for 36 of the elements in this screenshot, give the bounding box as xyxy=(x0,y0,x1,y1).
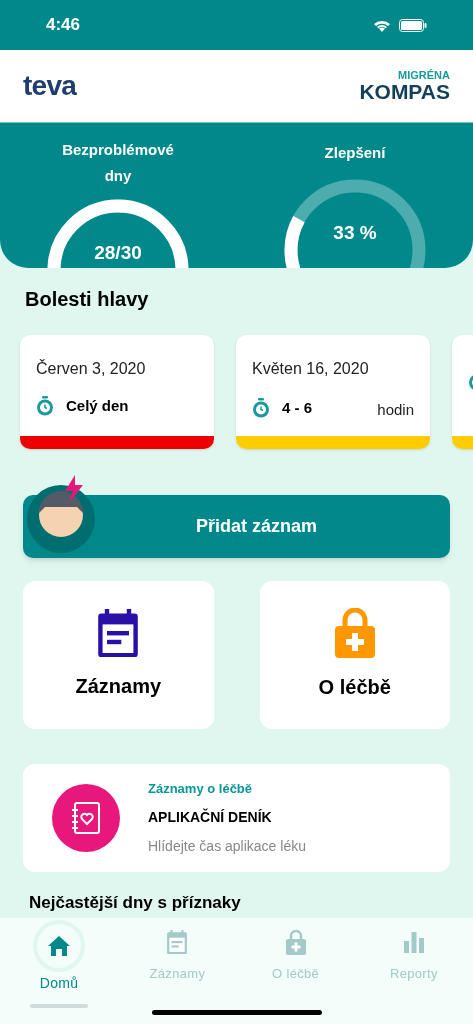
tile-label: O léčbě xyxy=(318,675,391,700)
status-time: 4:46 xyxy=(46,14,81,37)
duration-unit: hodin xyxy=(377,400,414,420)
stopwatch-icon xyxy=(252,398,270,419)
headache-card[interactable]: Červen 3, 2020 Celý den xyxy=(20,335,214,449)
headache-icon xyxy=(25,473,95,555)
headache-card[interactable]: Květen 16, 2020 4 - 6 hodin xyxy=(236,335,430,449)
section-title: Bolesti hlavy xyxy=(25,287,150,312)
home-icon xyxy=(47,935,72,957)
battery-icon xyxy=(399,18,427,32)
stopwatch-icon xyxy=(36,396,54,417)
headache-date: Červen 3, 2020 xyxy=(36,358,147,379)
nav-tab[interactable]: Domů xyxy=(0,920,119,1008)
tile-label: Záznamy xyxy=(75,674,162,700)
menu-tile[interactable]: Záznamy xyxy=(23,581,214,729)
diary-subtitle: Hlídejte čas aplikace léku xyxy=(148,836,306,856)
kompas-logo: MIGRÉNA KOMPAS xyxy=(359,70,450,102)
calendar-icon xyxy=(166,929,189,955)
diary-card[interactable]: Záznamy o léčbě APLIKAČNÍ DENÍK Hlídejte čas aplikace léku xyxy=(23,764,450,872)
headache-date: Květen 16, 2020 xyxy=(252,359,370,379)
diary-category: Záznamy o léčbě xyxy=(148,780,254,799)
gauge-label: Bezproblémové dny xyxy=(61,140,175,186)
menu-tile[interactable]: O léčbě xyxy=(259,581,450,729)
calendar-icon xyxy=(96,608,141,658)
teva-logo: teva xyxy=(23,69,77,103)
lock-plus-icon xyxy=(285,929,306,955)
gauge-value: 33 % xyxy=(333,221,377,246)
section-title: Nejčastější dny s příznaky xyxy=(29,893,241,912)
wifi-icon xyxy=(373,18,391,32)
gauge-label: Zlepšení xyxy=(323,143,387,164)
diary-title: APLIKAČNÍ DENÍK xyxy=(148,807,273,827)
headache-duration: Celý den xyxy=(66,396,129,416)
gauge-value: 28/30 xyxy=(94,241,142,265)
bar-chart-icon xyxy=(402,931,425,953)
lock-plus-icon xyxy=(334,608,375,658)
headache-duration: 4 - 6 xyxy=(282,398,312,418)
